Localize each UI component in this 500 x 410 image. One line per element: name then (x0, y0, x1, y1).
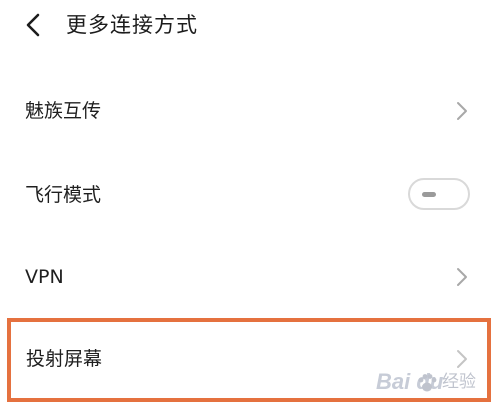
chevron-right-icon (455, 100, 469, 122)
settings-item-label: 魅族互传 (25, 100, 102, 122)
back-arrow-icon (26, 13, 40, 37)
settings-item-label: 飞行模式 (25, 184, 102, 206)
header: 更多连接方式 (0, 0, 500, 52)
baidu-watermark: Baiidu 经验 (376, 358, 494, 402)
airplane-mode-toggle[interactable] (408, 178, 470, 210)
watermark-sub: 经验 (442, 372, 476, 392)
toggle-off-indicator (422, 192, 436, 197)
settings-item-airplane-mode: 飞行模式 (0, 170, 500, 220)
settings-item-label: 投射屏幕 (26, 348, 103, 370)
settings-item-label: VPN (25, 266, 64, 288)
chevron-right-icon (455, 266, 469, 288)
settings-item-meizu-transfer[interactable]: 魅族互传 (0, 88, 500, 134)
page-title: 更多连接方式 (66, 13, 198, 37)
settings-item-vpn[interactable]: VPN (0, 254, 500, 300)
baidu-paw-icon (416, 372, 438, 394)
back-button[interactable] (20, 10, 48, 40)
